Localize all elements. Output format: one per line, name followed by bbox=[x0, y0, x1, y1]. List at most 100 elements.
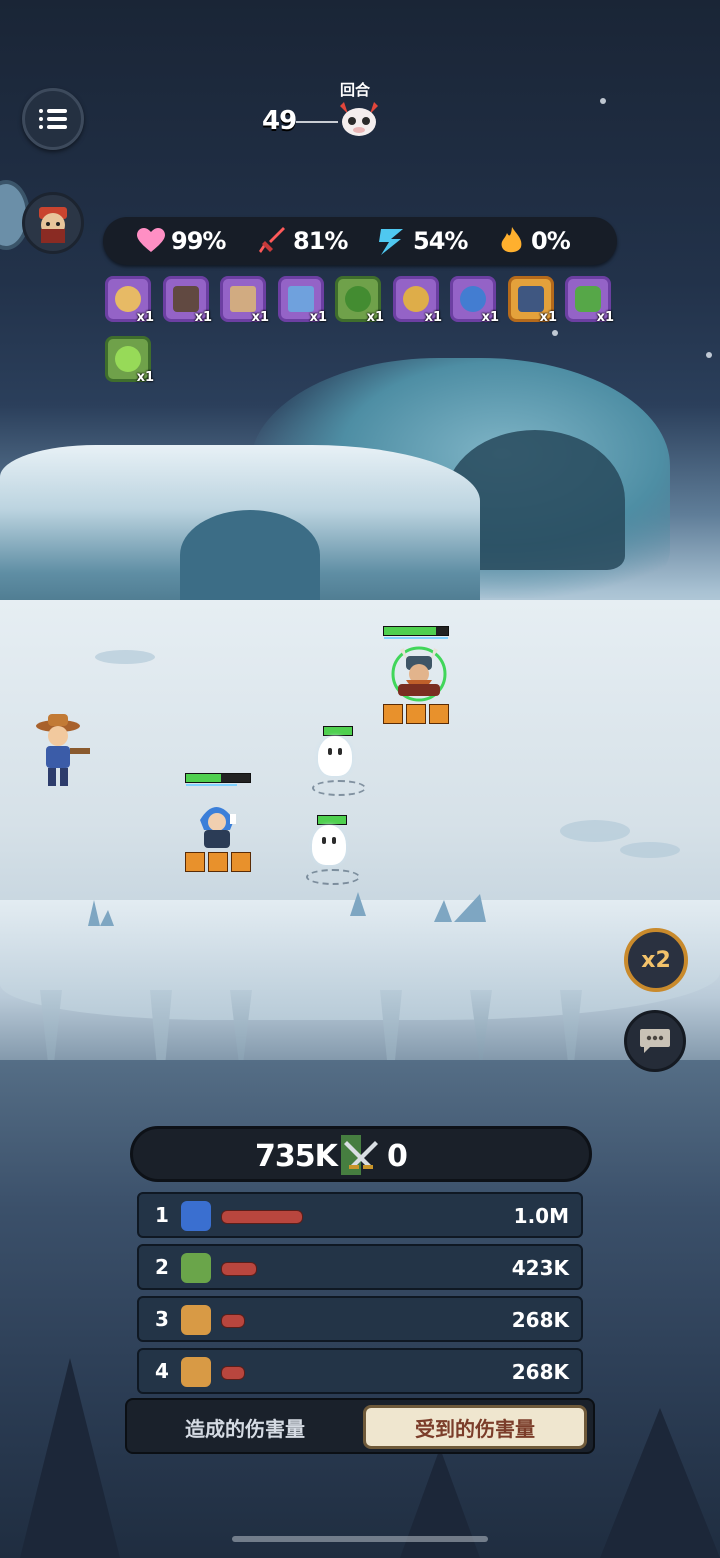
list-icon bbox=[39, 105, 67, 133]
damage-rank: 1 bbox=[155, 1203, 169, 1227]
item-serpent[interactable]: x1 bbox=[335, 276, 384, 325]
ice-patch bbox=[620, 842, 680, 858]
damage-row: 3 268K bbox=[137, 1296, 583, 1342]
damage-bar bbox=[221, 1314, 245, 1328]
sword-icon bbox=[259, 227, 285, 253]
scroll-icon bbox=[288, 286, 314, 312]
heart-icon bbox=[137, 228, 165, 252]
hero-avatar-fox-icon bbox=[181, 1305, 211, 1335]
damage-total-left: 735K bbox=[255, 1139, 338, 1174]
damage-rank: 4 bbox=[155, 1359, 169, 1383]
cowboy-hero[interactable] bbox=[34, 712, 96, 790]
hero-avatar-icon bbox=[39, 207, 67, 243]
lightning-icon bbox=[379, 229, 403, 255]
hero-avatar-goblin-icon bbox=[181, 1253, 211, 1283]
chat-button[interactable] bbox=[624, 1010, 686, 1072]
ice-crystal bbox=[434, 894, 486, 922]
buff-icon bbox=[185, 852, 205, 872]
item-axe[interactable]: x1 bbox=[508, 276, 557, 325]
item-qty: x1 bbox=[194, 310, 212, 325]
target-ring bbox=[306, 869, 360, 885]
axe-icon bbox=[518, 286, 544, 312]
item-vortex[interactable]: x1 bbox=[450, 276, 499, 325]
ghost-enemy[interactable] bbox=[318, 736, 352, 776]
hero-avatar-blue-icon bbox=[181, 1201, 211, 1231]
snowflake bbox=[600, 98, 606, 104]
damage-bar bbox=[221, 1366, 245, 1380]
chat-bubble-icon bbox=[640, 1029, 670, 1053]
stalagmite bbox=[20, 1358, 120, 1558]
tab-damage-dealt[interactable]: 造成的伤害量 bbox=[135, 1405, 355, 1449]
buff-icon bbox=[231, 852, 251, 872]
damage-bar bbox=[221, 1210, 303, 1224]
stat-speed-value: 54% bbox=[413, 227, 468, 255]
damage-amount: 423K bbox=[511, 1256, 569, 1280]
item-qty: x1 bbox=[424, 310, 442, 325]
item-qty: x1 bbox=[539, 310, 557, 325]
battle-screen: 回合 49 99% 81% 54% 0% x1 x1 x1 x1 x1 x1 x… bbox=[0, 0, 720, 1558]
damage-total-bar: 735K 0 bbox=[130, 1126, 592, 1182]
damage-row: 2 423K bbox=[137, 1244, 583, 1290]
ice-crystal bbox=[88, 900, 114, 926]
ice-crystal bbox=[350, 892, 366, 916]
hero-portrait[interactable] bbox=[22, 192, 84, 254]
enemy-boss-hp-bar bbox=[383, 626, 449, 639]
home-indicator[interactable] bbox=[232, 1536, 488, 1542]
item-qty: x1 bbox=[309, 310, 327, 325]
item-qty: x1 bbox=[251, 310, 269, 325]
stat-health: 99% bbox=[137, 225, 226, 257]
trophy-icon bbox=[403, 286, 429, 312]
ghost-hp-bar bbox=[323, 726, 353, 736]
team-stats-bar: 99% 81% 54% 0% bbox=[103, 217, 617, 265]
damage-amount: 1.0M bbox=[513, 1204, 569, 1228]
stat-fire-value: 0% bbox=[531, 227, 571, 255]
damage-row: 4 268K bbox=[137, 1348, 583, 1394]
damage-amount: 268K bbox=[511, 1308, 569, 1332]
damage-tabs: 造成的伤害量 受到的伤害量 bbox=[125, 1398, 595, 1454]
item-scroll[interactable]: x1 bbox=[278, 276, 327, 325]
stat-attack: 81% bbox=[259, 225, 348, 257]
item-trophy[interactable]: x1 bbox=[393, 276, 442, 325]
buff-icon bbox=[383, 704, 403, 724]
item-qty: x1 bbox=[481, 310, 499, 325]
stat-attack-value: 81% bbox=[293, 227, 348, 255]
damage-bar bbox=[221, 1262, 257, 1276]
snow-cave bbox=[180, 510, 320, 600]
stat-speed: 54% bbox=[377, 225, 468, 257]
menu-button[interactable] bbox=[22, 88, 84, 150]
stat-fire: 0% bbox=[499, 225, 571, 257]
flame-icon bbox=[501, 227, 522, 253]
item-orb-wand[interactable]: x1 bbox=[105, 276, 154, 325]
item-qty: x1 bbox=[366, 310, 384, 325]
damage-row: 1 1.0M bbox=[137, 1192, 583, 1238]
item-crate[interactable]: x1 bbox=[220, 276, 269, 325]
blue-haired-hero[interactable] bbox=[190, 800, 246, 852]
buff-icon bbox=[208, 852, 228, 872]
item-chest[interactable]: x1 bbox=[163, 276, 212, 325]
damage-amount: 268K bbox=[511, 1360, 569, 1384]
vortex-icon bbox=[460, 286, 486, 312]
crossed-swords-icon bbox=[341, 1135, 378, 1175]
buff-icon bbox=[429, 704, 449, 724]
speed-x2-button[interactable]: x2 bbox=[624, 928, 688, 992]
hero-avatar-fox-icon bbox=[181, 1357, 211, 1387]
viking-enemy[interactable] bbox=[386, 640, 452, 704]
damage-rank: 3 bbox=[155, 1307, 169, 1331]
snowfield bbox=[0, 600, 720, 920]
damage-total-right: 0 bbox=[387, 1139, 408, 1174]
snowflake bbox=[706, 352, 712, 358]
potion-icon bbox=[575, 286, 601, 312]
green-staff-icon bbox=[115, 346, 141, 372]
ice-patch bbox=[95, 650, 155, 664]
item-potion[interactable]: x1 bbox=[565, 276, 614, 325]
orb-wand-icon bbox=[115, 286, 141, 312]
tab-damage-taken[interactable]: 受到的伤害量 bbox=[363, 1405, 587, 1449]
serpent-icon bbox=[345, 286, 371, 312]
round-number: 49 bbox=[262, 106, 297, 136]
snowflake bbox=[552, 330, 558, 336]
buff-icon bbox=[406, 704, 426, 724]
ghost-enemy[interactable] bbox=[312, 825, 346, 865]
hero-hp-bar bbox=[185, 773, 251, 786]
stalagmite bbox=[600, 1408, 720, 1558]
item-green-staff[interactable]: x1 bbox=[105, 336, 154, 385]
